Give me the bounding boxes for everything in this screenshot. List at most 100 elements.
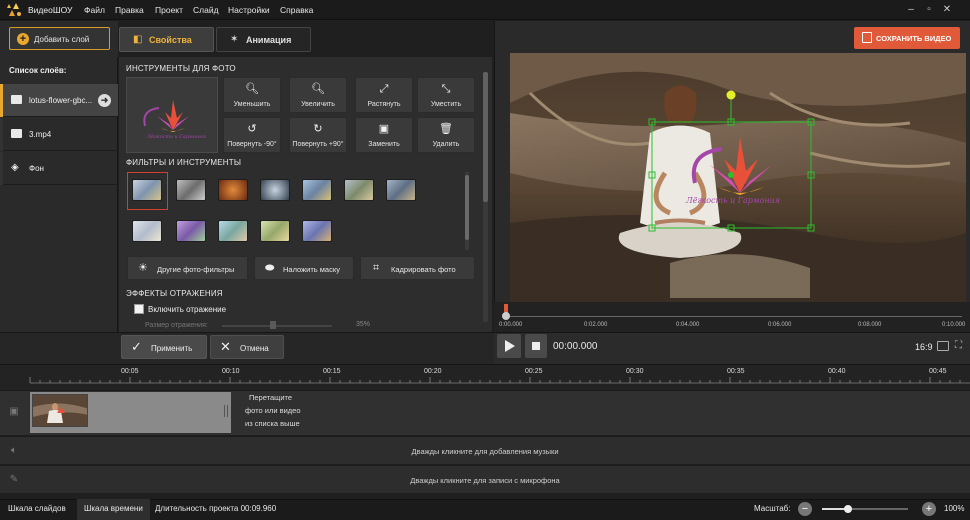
filter-thumb-9[interactable] (176, 220, 206, 242)
menu-settings[interactable]: Настройки (228, 5, 270, 15)
menu-project[interactable]: Проект (155, 5, 183, 15)
filter-thumb-10[interactable] (218, 220, 248, 242)
minimize-icon[interactable]: – (904, 3, 918, 17)
fullscreen-icon[interactable]: ⛶ (955, 340, 962, 351)
ruler-label: 0:10.000 (942, 322, 966, 328)
timeline-tick-label: 00:10 (222, 368, 240, 375)
zoom-in-icon[interactable]: + (922, 502, 936, 516)
timeline-ruler[interactable]: 00:05 00:10 00:15 00:20 00:25 00:30 00:3… (0, 364, 970, 390)
crop-icon: ⌗ (373, 262, 380, 274)
mic-hint: Дважды кликните для записи с микрофона (410, 476, 560, 485)
zoom-out-button[interactable]: 🔍︎ Уменьшить (223, 77, 281, 113)
layer-item-background[interactable]: ◈ Фон (0, 152, 118, 185)
layer-item-lotus[interactable]: lotus-flower-gbc... ➜ (0, 84, 118, 117)
mic-track[interactable]: ✎ Дважды кликните для записи с микрофона (0, 465, 970, 493)
plus-icon: + (17, 33, 29, 45)
tab-properties[interactable]: ◧ Свойства (119, 27, 214, 52)
more-filters-button[interactable]: ☀ Другие фото-фильтры (127, 256, 248, 280)
video-preview[interactable]: Лёгкость и Гармония (510, 53, 966, 302)
timeline-tick-label: 00:05 (121, 368, 139, 375)
image-icon (11, 95, 22, 104)
layer-label: 3.mp4 (29, 130, 52, 139)
zoom-slider-thumb[interactable] (843, 505, 852, 513)
filter-thumb-4[interactable] (260, 179, 290, 201)
crop-photo-button[interactable]: ⌗ Кадрировать фото (360, 256, 475, 280)
filter-thumb-5[interactable] (302, 179, 332, 201)
ruler-label: 0:04.000 (676, 322, 700, 328)
stop-icon (532, 342, 540, 350)
fit-icon: ⤡ (441, 83, 451, 95)
play-button[interactable] (497, 334, 521, 358)
timecode: 00:00.000 (553, 341, 598, 352)
selection-bar (0, 152, 3, 185)
music-hint: Дважды кликните для добавления музыки (411, 447, 559, 456)
add-layer-button[interactable]: + Добавить слой (9, 27, 110, 50)
layer-item-video[interactable]: 3.mp4 (0, 118, 118, 151)
delete-button[interactable]: 🗑︎ Удалить (417, 117, 475, 153)
layer-preview: Лёгкость и Гармония (126, 77, 218, 153)
reflection-checkbox[interactable] (134, 304, 144, 314)
playhead-knob[interactable] (502, 312, 510, 320)
selection-bar (0, 84, 3, 117)
zoom-out-icon: 🔍︎ (245, 83, 259, 95)
stretch-icon: ⤢ (379, 83, 389, 95)
music-track[interactable]: 🔈︎ Дважды кликните для добавления музыки (0, 436, 970, 464)
filter-thumb-11[interactable] (260, 220, 290, 242)
properties-scrollbar-thumb[interactable] (483, 72, 488, 202)
maximize-icon[interactable]: ▫ (922, 3, 936, 17)
add-layer-label: Добавить слой (34, 35, 90, 44)
filter-thumb-7[interactable] (386, 179, 416, 201)
menu-slide[interactable]: Слайд (193, 5, 219, 15)
arrow-right-icon[interactable]: ➜ (98, 94, 111, 107)
save-video-button[interactable]: СОХРАНИТЬ ВИДЕО (854, 27, 960, 49)
rotate-right-button[interactable]: ↻ Повернуть +90° (289, 117, 347, 153)
preview-time-ruler[interactable]: 0:00.000 0:02.000 0:04.000 0:06.000 0:08… (494, 302, 970, 332)
stretch-button[interactable]: ⤢ Растянуть (355, 77, 413, 113)
ruler-line (504, 316, 962, 317)
aspect-ratio[interactable]: 16:9 (915, 342, 933, 352)
ruler-label: 0:00.000 (499, 322, 523, 328)
replace-button[interactable]: ▣ Заменить (355, 117, 413, 153)
timeline-tick-label: 00:45 (929, 368, 947, 375)
reflection-size-label: Размер отражения: (145, 322, 208, 329)
close-icon: ✕ (220, 339, 231, 354)
clip-resize-handle[interactable] (224, 405, 228, 417)
zoom-in-button[interactable]: 🔍︎ Увеличить (289, 77, 347, 113)
stop-button[interactable] (525, 334, 547, 358)
title-bar (0, 0, 970, 20)
menu-file[interactable]: Файл (84, 5, 105, 15)
timeline-tick-label: 00:35 (727, 368, 745, 375)
selection-bar (0, 118, 3, 151)
layers-title: Список слоёв: (9, 66, 67, 75)
tab-slides[interactable]: Шкала слайдов (8, 504, 66, 513)
filters-scrollbar-thumb[interactable] (465, 175, 469, 240)
filter-thumb-1[interactable] (132, 179, 162, 201)
filter-thumb-12[interactable] (302, 220, 332, 242)
cancel-button[interactable]: ✕ Отмена (210, 335, 284, 359)
filter-thumb-3[interactable] (218, 179, 248, 201)
apply-button[interactable]: ✓ Применить (121, 335, 207, 359)
close-icon[interactable]: ✕ (940, 3, 954, 17)
reflection-size-thumb[interactable] (270, 321, 276, 329)
reflection-size-slider[interactable] (222, 325, 332, 327)
video-icon (11, 129, 22, 138)
apply-mask-button[interactable]: ⬬ Наложить маску (254, 256, 354, 280)
filter-thumb-2[interactable] (176, 179, 206, 201)
fit-button[interactable]: ⤡ Уместить (417, 77, 475, 113)
filter-thumb-6[interactable] (344, 179, 374, 201)
filter-thumb-8[interactable] (132, 220, 162, 242)
svg-text:Лёгкость и Гармония: Лёгкость и Гармония (685, 196, 780, 205)
tab-animation[interactable]: ✶ Анимация (216, 27, 311, 52)
image-replace-icon: ▣ (378, 123, 390, 135)
menu-help[interactable]: Справка (280, 5, 313, 15)
menu-edit[interactable]: Правка (115, 5, 144, 15)
tab-animation-label: Анимация (246, 35, 292, 45)
camera-icon[interactable] (937, 341, 949, 351)
tab-properties-label: Свойства (149, 35, 192, 45)
layer-label: lotus-flower-gbc... (29, 96, 93, 105)
sun-icon: ☀ (138, 262, 148, 274)
tab-timeline[interactable]: Шкала времени (84, 504, 143, 513)
zoom-out-icon[interactable]: − (798, 502, 812, 516)
project-duration: Длительность проекта 00:09.960 (155, 504, 277, 513)
rotate-left-button[interactable]: ↺ Повернуть -90° (223, 117, 281, 153)
